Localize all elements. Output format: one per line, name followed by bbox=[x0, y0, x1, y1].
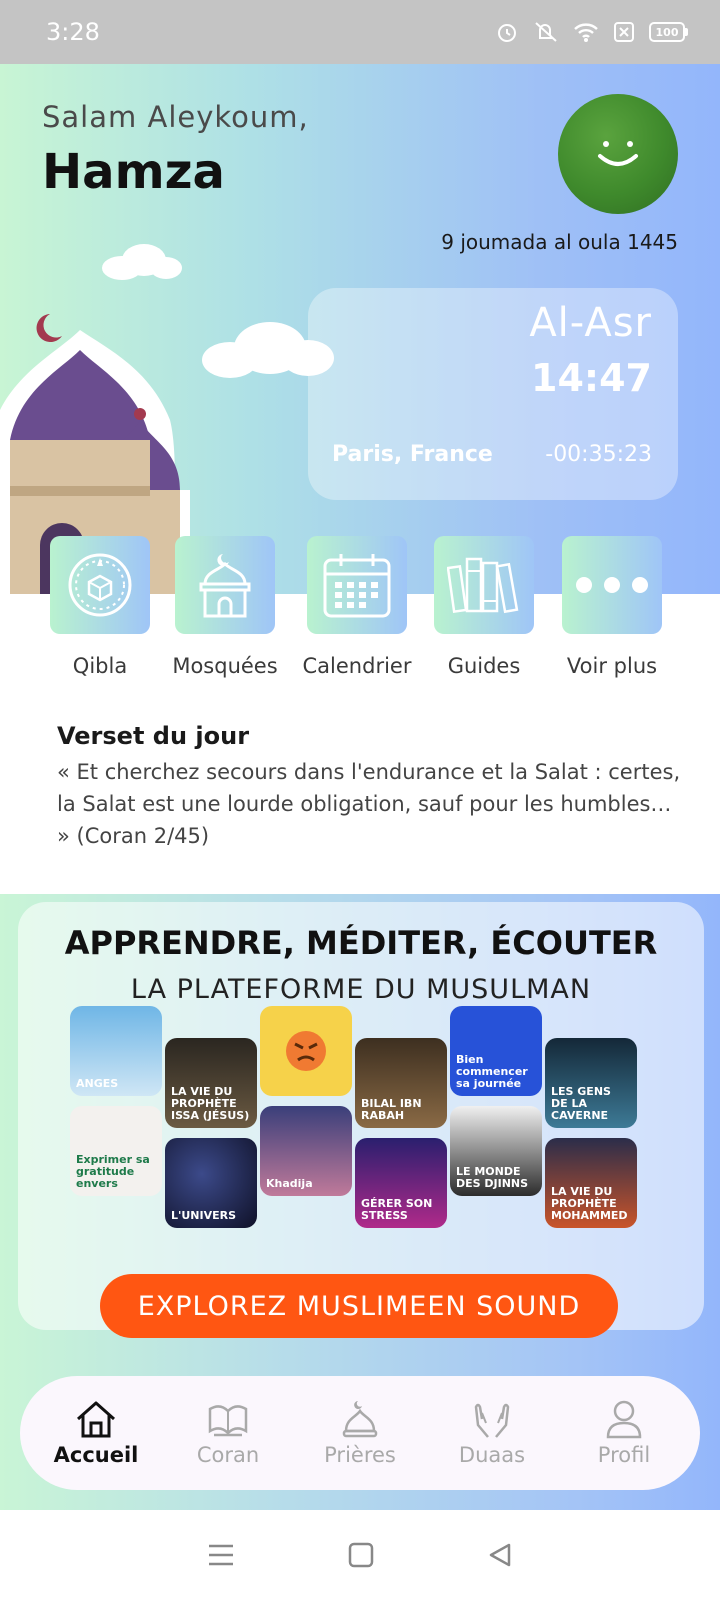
explore-sound-button[interactable]: EXPLOREZ MUSLIMEEN SOUND bbox=[100, 1274, 618, 1338]
angry-face-icon bbox=[286, 1031, 326, 1071]
shortcut-tile bbox=[175, 536, 275, 634]
promo-subtitle: LA PLATEFORME DU MUSULMAN bbox=[130, 974, 592, 1005]
menu-icon[interactable] bbox=[207, 1543, 235, 1567]
verse-text: « Et cherchez secours dans l'endurance e… bbox=[57, 760, 681, 848]
thumbnail-khadija[interactable]: Khadija bbox=[260, 1106, 352, 1196]
thumbnail-label: Bien commencer sa journée bbox=[456, 1053, 528, 1090]
mosque-icon bbox=[199, 554, 251, 618]
thumbnail-label: LA VIE DU PROPHÈTE MOHAMMED bbox=[551, 1185, 628, 1222]
shortcut-label: Mosquées bbox=[172, 654, 278, 678]
prayer-countdown: -00:35:23 bbox=[545, 442, 652, 467]
shortcut-label: Voir plus bbox=[566, 654, 658, 678]
bottom-nav: Accueil Coran Prières Duaas Profil bbox=[20, 1376, 700, 1490]
books-icon bbox=[447, 557, 519, 614]
shortcut-tile bbox=[50, 536, 150, 634]
verse-of-the-day: Verset du jour « Et cherchez secours dan… bbox=[57, 722, 687, 852]
nav-profil[interactable]: Profil bbox=[564, 1399, 684, 1467]
nav-duaas[interactable]: Duaas bbox=[432, 1399, 552, 1467]
avatar[interactable] bbox=[558, 94, 678, 214]
user-name: Hamza bbox=[42, 144, 225, 200]
nav-accueil[interactable]: Accueil bbox=[36, 1399, 156, 1467]
prayer-time: 14:47 bbox=[531, 356, 652, 400]
nav-coran[interactable]: Coran bbox=[168, 1399, 288, 1467]
prayer-location: Paris, France bbox=[332, 442, 493, 467]
status-bar: 3:28 100 bbox=[0, 0, 720, 64]
header: Salam Aleykoum, Hamza 9 joumada al oula … bbox=[0, 64, 720, 594]
cloud-icon bbox=[102, 244, 182, 280]
nav-label: Prières bbox=[324, 1443, 396, 1467]
quran-book-icon bbox=[208, 1405, 248, 1437]
compass-kaaba-icon bbox=[68, 553, 132, 617]
thumbnail-label: BILAL IBN RABAH bbox=[361, 1097, 422, 1122]
thumbnail-bilal[interactable]: BILAL IBN RABAH bbox=[355, 1038, 447, 1128]
nav-label: Duaas bbox=[458, 1443, 526, 1467]
thumbnail-mohammed[interactable]: LA VIE DU PROPHÈTE MOHAMMED bbox=[545, 1138, 637, 1228]
thumbnail-djinns[interactable]: LE MONDE DES DJINNS bbox=[450, 1106, 542, 1196]
thumbnail-univers[interactable]: L'UNIVERS bbox=[165, 1138, 257, 1228]
battery-level: 100 bbox=[649, 22, 685, 42]
thumbnail-issa[interactable]: LA VIE DU PROPHÈTE ISSA (JÉSUS) bbox=[165, 1038, 257, 1128]
home-square-icon[interactable] bbox=[348, 1542, 374, 1568]
system-nav-bar bbox=[0, 1510, 720, 1600]
thumbnail-caverne[interactable]: LES GENS DE LA CAVERNE bbox=[545, 1038, 637, 1128]
shortcut-voir-plus[interactable]: Voir plus bbox=[547, 536, 677, 678]
nav-label: Coran bbox=[196, 1443, 260, 1467]
calendar-icon bbox=[323, 554, 391, 618]
shortcut-tile bbox=[562, 536, 662, 634]
shortcut-guides[interactable]: Guides bbox=[419, 536, 549, 678]
thumbnail-label: Exprimer sa gratitude envers bbox=[76, 1153, 150, 1190]
smiley-icon bbox=[598, 141, 638, 166]
nav-label: Profil bbox=[597, 1443, 651, 1467]
user-icon bbox=[606, 1400, 642, 1439]
thumbnail-label: GÉRER SON STRESS bbox=[361, 1197, 433, 1222]
verse-title: Verset du jour bbox=[57, 722, 250, 750]
shortcut-qibla[interactable]: Qibla bbox=[35, 536, 165, 678]
shortcut-label: Calendrier bbox=[302, 654, 412, 678]
shortcut-tile bbox=[434, 536, 534, 634]
thumbnail-journee[interactable]: Bien commencer sa journée bbox=[450, 1006, 542, 1096]
thumbnail-label: LE MONDE DES DJINNS bbox=[456, 1165, 529, 1190]
sim-off-icon bbox=[614, 22, 634, 42]
nav-label: Accueil bbox=[53, 1443, 139, 1467]
back-icon[interactable] bbox=[487, 1542, 513, 1568]
shortcut-tile bbox=[307, 536, 407, 634]
status-time: 3:28 bbox=[46, 18, 100, 46]
nav-prieres[interactable]: Prières bbox=[300, 1399, 420, 1467]
thumbnail-label: Khadija bbox=[266, 1177, 313, 1190]
shortcut-label: Guides bbox=[447, 654, 521, 678]
shortcut-mosquees[interactable]: Mosquées bbox=[160, 536, 290, 678]
thumbnail-label: ANGES bbox=[76, 1077, 119, 1090]
more-dots-icon bbox=[576, 577, 648, 593]
thumbnail-gratitude[interactable]: Exprimer sa gratitude envers bbox=[70, 1106, 162, 1196]
prayer-card[interactable]: Al-Asr 14:47 Paris, France -00:35:23 bbox=[308, 288, 678, 500]
praying-hands-icon bbox=[474, 1403, 510, 1438]
hijri-date: 9 joumada al oula 1445 bbox=[441, 230, 678, 254]
thumbnail-label: L'UNIVERS bbox=[171, 1209, 237, 1222]
thumbnail-stress[interactable]: GÉRER SON STRESS bbox=[355, 1138, 447, 1228]
battery-icon: 100 bbox=[649, 22, 688, 42]
promo-title: APPRENDRE, MÉDITER, ÉCOUTER bbox=[64, 924, 658, 962]
status-icons: 100 bbox=[495, 20, 688, 44]
thumbnail-label: LA VIE DU PROPHÈTE ISSA (JÉSUS) bbox=[171, 1085, 250, 1122]
shortcut-label: Qibla bbox=[72, 654, 128, 678]
home-icon bbox=[77, 1401, 115, 1438]
thumbnail-anger[interactable] bbox=[260, 1006, 352, 1096]
prayer-name: Al-Asr bbox=[529, 300, 652, 346]
thumbnail-label: LES GENS DE LA CAVERNE bbox=[551, 1085, 611, 1122]
wifi-icon bbox=[574, 23, 598, 42]
thumbnail-anges[interactable]: ANGES bbox=[70, 1006, 162, 1096]
alarm-icon bbox=[498, 24, 516, 42]
dome-icon bbox=[342, 1401, 378, 1438]
shortcuts: Qibla Mosquées Calendrier Guides Voir pl… bbox=[0, 536, 720, 686]
shortcut-calendrier[interactable]: Calendrier bbox=[292, 536, 422, 678]
greeting: Salam Aleykoum, bbox=[42, 100, 309, 134]
mute-icon bbox=[535, 22, 557, 42]
promo-card: APPRENDRE, MÉDITER, ÉCOUTER LA PLATEFORM… bbox=[18, 902, 704, 1330]
